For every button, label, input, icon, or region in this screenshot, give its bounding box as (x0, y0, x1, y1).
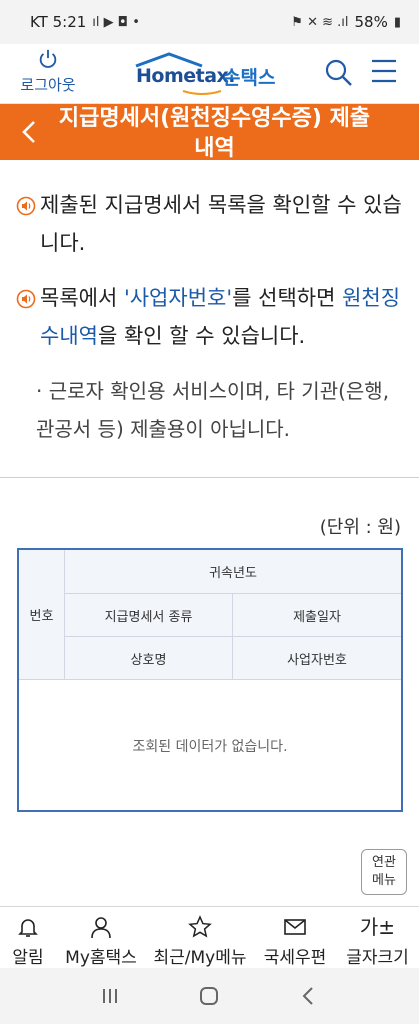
logo-main-text: Hometax. (136, 65, 236, 87)
logo-sub-text: 손택스 (223, 67, 276, 89)
logout-label: 로그아웃 (20, 76, 76, 94)
carrier-time: KT 5:21 (30, 13, 87, 31)
bottom-nav: 알림 My홈택스 최근/My메뉴 국세우편 가± 글자크기 (0, 906, 419, 968)
note-text: 목록에서 '사업자번호'를 선택하면 원천징수내역을 확인 할 수 있습니다. (40, 286, 401, 348)
back-chevron-icon[interactable] (16, 118, 42, 146)
search-icon[interactable] (323, 57, 353, 87)
page-title-bar: 지급명세서(원천징수영수증) 제출내역 (0, 104, 419, 160)
hometax-logo[interactable]: Hometax. 손택스 (130, 52, 290, 95)
note-item: 제출된 지급명세서 목록을 확인할 수 있습니다. (16, 186, 406, 262)
hamburger-menu-icon[interactable] (370, 58, 398, 84)
battery-icon: ▮ (393, 14, 401, 30)
header-year: 귀속년도 (65, 550, 401, 594)
nav-notifications[interactable]: 알림 (0, 907, 56, 968)
page-title: 지급명세서(원천징수영수증) 제출내역 (58, 106, 371, 160)
speaker-bullet-icon (16, 196, 36, 216)
header-number: 번호 (19, 550, 65, 680)
sub-note: · 근로자 확인용 서비스이며, 타 기관(은행, 관공서 등) 제출용이 아닙… (36, 379, 390, 441)
nav-my-hometax[interactable]: My홈택스 (56, 907, 146, 968)
signal-icons: ⚑ ✕ ≋ .ıl (291, 14, 349, 30)
status-bar: KT 5:21 ıl ▶ ◘ • ⚑ ✕ ≋ .ıl 58% ▮ (0, 0, 419, 44)
header-bizno: 사업자번호 (233, 637, 401, 680)
empty-message: 조회된 데이터가 없습니다. (132, 739, 288, 755)
unit-label: (단위 : 원) (319, 517, 401, 538)
star-icon (188, 915, 212, 938)
notification-icons: ıl ▶ ◘ • (92, 14, 140, 30)
recent-apps-icon[interactable] (98, 984, 122, 1008)
mail-icon (284, 919, 306, 935)
note-item: 목록에서 '사업자번호'를 선택하면 원천징수내역을 확인 할 수 있습니다. (16, 279, 406, 355)
header-date: 제출일자 (233, 594, 401, 637)
section-divider (0, 477, 419, 478)
related-menu-line2: 메뉴 (372, 873, 396, 888)
header-type: 지급명세서 종류 (65, 594, 233, 637)
logo-swoosh-icon (182, 90, 222, 95)
system-navigation (0, 968, 419, 1024)
related-menu-line1: 연관 (372, 855, 396, 870)
bell-icon (18, 919, 38, 937)
back-icon[interactable] (297, 984, 321, 1008)
nav-recent-my-menu[interactable]: 최근/My메뉴 (146, 907, 254, 968)
home-icon[interactable] (197, 984, 221, 1008)
power-icon (39, 49, 57, 68)
submission-table: 번호 귀속년도 지급명세서 종류 제출일자 상호명 사업자번호 조회된 데이터가… (17, 548, 403, 812)
nav-font-size[interactable]: 가± 글자크기 (336, 907, 419, 968)
font-size-icon: 가± (359, 915, 396, 939)
related-menu-button[interactable]: 연관 메뉴 (361, 849, 407, 895)
app-header: 로그아웃 Hometax. 손택스 (0, 44, 419, 104)
person-icon (91, 917, 111, 939)
battery-level: 58% (354, 13, 388, 31)
logout-button[interactable]: 로그아웃 (14, 48, 82, 95)
note-text: 제출된 지급명세서 목록을 확인할 수 있습니다. (40, 193, 402, 255)
header-company: 상호명 (65, 637, 233, 680)
nav-tax-mail[interactable]: 국세우편 (254, 907, 336, 968)
speaker-bullet-icon (16, 289, 36, 309)
highlight-biz-number: '사업자번호' (123, 286, 233, 310)
